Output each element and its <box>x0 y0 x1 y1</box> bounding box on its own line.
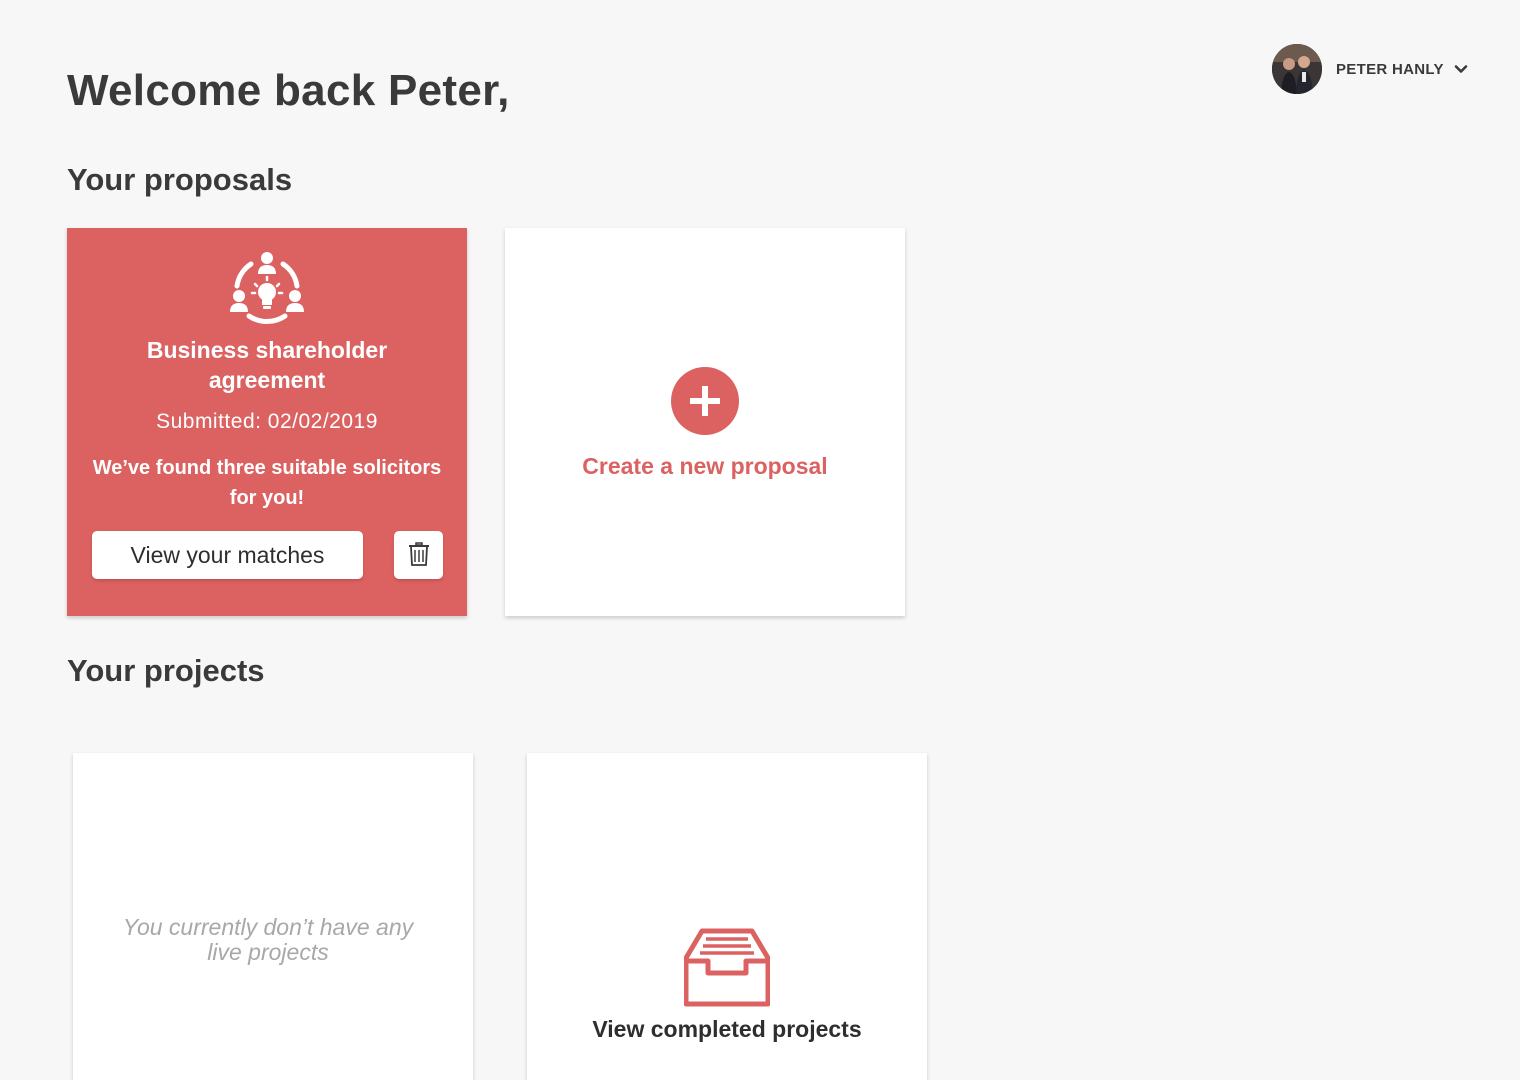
live-projects-card: You currently don’t have any live projec… <box>73 753 473 1080</box>
create-proposal-card[interactable]: Create a new proposal <box>505 228 905 616</box>
user-menu[interactable]: PETER HANLY <box>1272 44 1468 94</box>
view-matches-button[interactable]: View your matches <box>92 531 363 579</box>
empty-projects-message: You currently don’t have any live projec… <box>122 914 414 965</box>
page-title: Welcome back Peter, <box>67 66 510 115</box>
user-name: PETER HANLY <box>1336 60 1444 78</box>
plus-icon <box>671 367 739 435</box>
completed-projects-card[interactable]: View completed projects <box>527 753 927 1080</box>
proposals-heading: Your proposals <box>67 162 293 197</box>
chevron-down-icon <box>1454 62 1468 76</box>
team-idea-icon <box>227 248 307 328</box>
delete-proposal-button[interactable] <box>394 531 443 579</box>
avatar <box>1272 44 1322 94</box>
proposal-card: Business shareholder agreement Submitted… <box>67 228 467 616</box>
trash-icon <box>408 541 430 570</box>
dashboard-page: PETER HANLY Welcome back Peter, Your pro… <box>0 0 1520 1080</box>
proposal-submitted-date: Submitted: 02/02/2019 <box>156 410 378 433</box>
view-completed-projects-label: View completed projects <box>592 1016 862 1042</box>
proposal-title: Business shareholder agreement <box>146 337 388 393</box>
inbox-tray-icon <box>683 928 771 1008</box>
projects-heading: Your projects <box>67 653 265 688</box>
create-proposal-label: Create a new proposal <box>582 453 828 479</box>
proposal-match-message: We’ve found three suitable solicitors fo… <box>92 457 442 509</box>
